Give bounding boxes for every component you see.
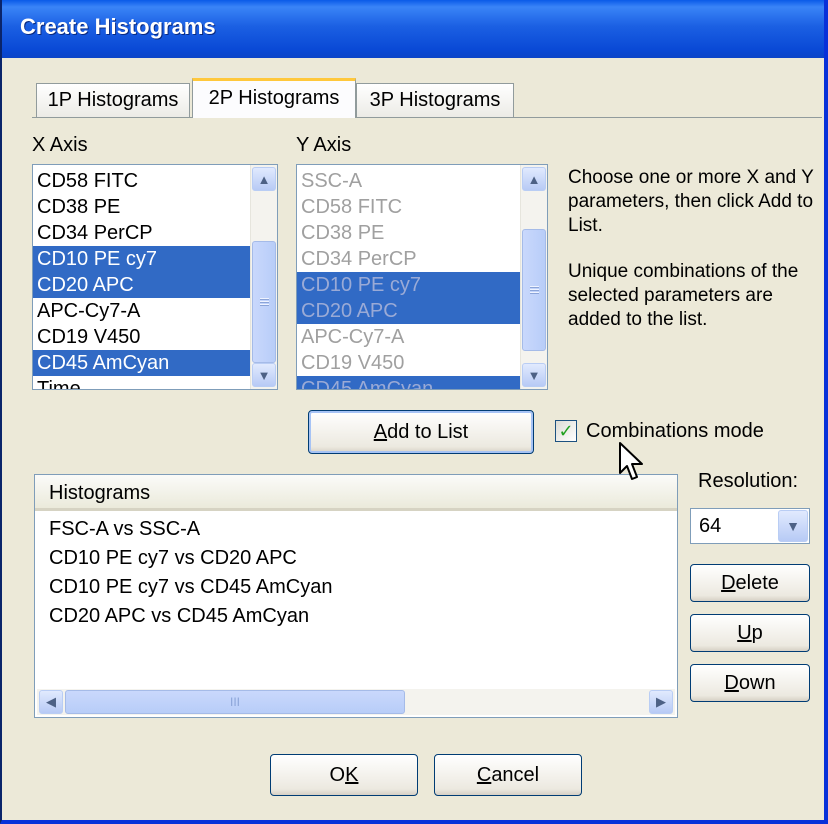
delete-mnemonic: D: [721, 571, 736, 594]
tab-3p-histograms[interactable]: 3P Histograms: [356, 83, 514, 117]
x_axis-list-item[interactable]: CD34 PerCP: [33, 220, 251, 246]
resolution-dropdown[interactable]: 64 ▼: [690, 508, 810, 544]
y_axis-list-item[interactable]: CD20 APC: [297, 298, 521, 324]
y_axis-list-item[interactable]: APC-Cy7-A: [297, 324, 521, 350]
title-bar[interactable]: Create Histograms: [2, 0, 824, 58]
add-button-label: dd to List: [387, 420, 469, 443]
y-axis-scrollbar[interactable]: ▲ ▼: [520, 165, 547, 389]
x_axis-list-item[interactable]: CD19 V450: [33, 324, 251, 350]
histograms-list[interactable]: Histograms FSC-A vs SSC-A CD10 PE cy7 vs …: [34, 474, 678, 718]
tab-1p-histograms[interactable]: 1P Histograms: [36, 83, 190, 117]
resolution-value: 64: [699, 515, 722, 537]
y_axis-list-item[interactable]: CD19 V450: [297, 350, 521, 376]
histogram-row[interactable]: FSC-A vs SSC-A: [49, 515, 332, 544]
x_axis-list-item[interactable]: CD45 AmCyan: [33, 350, 251, 376]
tab-2p-histograms[interactable]: 2P Histograms: [192, 78, 356, 118]
x_axis-list-item[interactable]: CD20 APC: [33, 272, 251, 298]
x_axis-list-item[interactable]: Time: [33, 376, 251, 389]
histograms-column-header[interactable]: Histograms: [35, 475, 677, 511]
y_axis-list-item[interactable]: CD58 FITC: [297, 194, 521, 220]
help-text-choose: Choose one or more X and Y parameters, t…: [568, 167, 814, 236]
dropdown-arrow-icon[interactable]: ▼: [778, 510, 808, 542]
cancel-button[interactable]: Cancel: [434, 754, 582, 796]
y_axis-list-item[interactable]: CD45 AmCyan: [297, 376, 521, 389]
ok-button[interactable]: OK: [270, 754, 418, 796]
add-to-list-button[interactable]: Add to List: [308, 410, 534, 454]
h-scroll-thumb[interactable]: III: [65, 690, 405, 714]
y_axis-list-item[interactable]: SSC-A: [297, 168, 521, 194]
ok-label: O: [329, 763, 346, 786]
x_axis-list-item[interactable]: CD38 PE: [33, 194, 251, 220]
window-title: Create Histograms: [20, 14, 216, 39]
x-axis-scrollbar[interactable]: ▲ ▼: [250, 165, 277, 389]
x-axis-label: X Axis: [32, 134, 88, 156]
y-axis-listbox[interactable]: SSC-A CD58 FITC CD38 PE CD34 PerCP CD10 PE c…: [296, 164, 548, 390]
y_axis-list-item[interactable]: CD34 PerCP: [297, 246, 521, 272]
histograms-h-scrollbar[interactable]: ◀ III ▶: [37, 689, 675, 715]
histogram-row[interactable]: CD10 PE cy7 vs CD20 APC: [49, 544, 332, 573]
scroll-up-icon[interactable]: ▲: [252, 167, 276, 191]
scroll-right-icon[interactable]: ▶: [649, 690, 673, 714]
up-button[interactable]: Up: [690, 614, 810, 652]
histogram-rows: FSC-A vs SSC-A CD10 PE cy7 vs CD20 APC CD1…: [49, 515, 332, 631]
add-button-mnemonic: A: [373, 420, 388, 443]
mouse-cursor-icon: [619, 442, 643, 480]
y-axis-items: SSC-A CD58 FITC CD38 PE CD34 PerCP CD10 PE c…: [297, 168, 521, 389]
help-text: Choose one or more X and Y parameters, t…: [568, 166, 818, 354]
combinations-mode-checkbox[interactable]: ✓: [555, 420, 577, 442]
delete-label: elete: [735, 571, 779, 594]
x-axis-items: CD58 FITC CD38 PE CD34 PerCP CD10 PE cy7 CD2…: [33, 168, 251, 389]
resolution-label: Resolution:: [698, 470, 799, 492]
cancel-mnemonic: C: [476, 763, 492, 786]
down-button[interactable]: Down: [690, 664, 810, 702]
histogram-row[interactable]: CD10 PE cy7 vs CD45 AmCyan: [49, 573, 332, 602]
y_axis-list-item[interactable]: CD38 PE: [297, 220, 521, 246]
scroll-left-icon[interactable]: ◀: [39, 690, 63, 714]
x_axis-list-item[interactable]: CD10 PE cy7: [33, 246, 251, 272]
help-text-combinations: Unique combinations of the selected para…: [568, 261, 799, 330]
y_axis-list-item[interactable]: CD10 PE cy7: [297, 272, 521, 298]
x_axis-list-item[interactable]: CD58 FITC: [33, 168, 251, 194]
scroll-up-icon[interactable]: ▲: [522, 167, 546, 191]
scroll-down-icon[interactable]: ▼: [522, 363, 546, 387]
scroll-thumb[interactable]: [522, 229, 546, 351]
up-mnemonic: U: [737, 621, 752, 644]
cancel-label: ancel: [491, 763, 540, 786]
tab-baseline: [32, 117, 822, 118]
scroll-thumb[interactable]: [252, 241, 276, 363]
scroll-down-icon[interactable]: ▼: [252, 363, 276, 387]
down-label: own: [738, 671, 776, 694]
y-axis-label: Y Axis: [296, 134, 352, 156]
up-label: p: [751, 621, 763, 644]
down-mnemonic: D: [724, 671, 739, 694]
create-histograms-dialog: Create Histograms 1P Histograms 2P Histo…: [0, 0, 828, 824]
combinations-mode-label[interactable]: Combinations mode: [586, 420, 764, 443]
delete-button[interactable]: Delete: [690, 564, 810, 602]
x_axis-list-item[interactable]: APC-Cy7-A: [33, 298, 251, 324]
histogram-row[interactable]: CD20 APC vs CD45 AmCyan: [49, 602, 332, 631]
ok-mnemonic: K: [345, 763, 359, 786]
x-axis-listbox[interactable]: CD58 FITC CD38 PE CD34 PerCP CD10 PE cy7 CD2…: [32, 164, 278, 390]
